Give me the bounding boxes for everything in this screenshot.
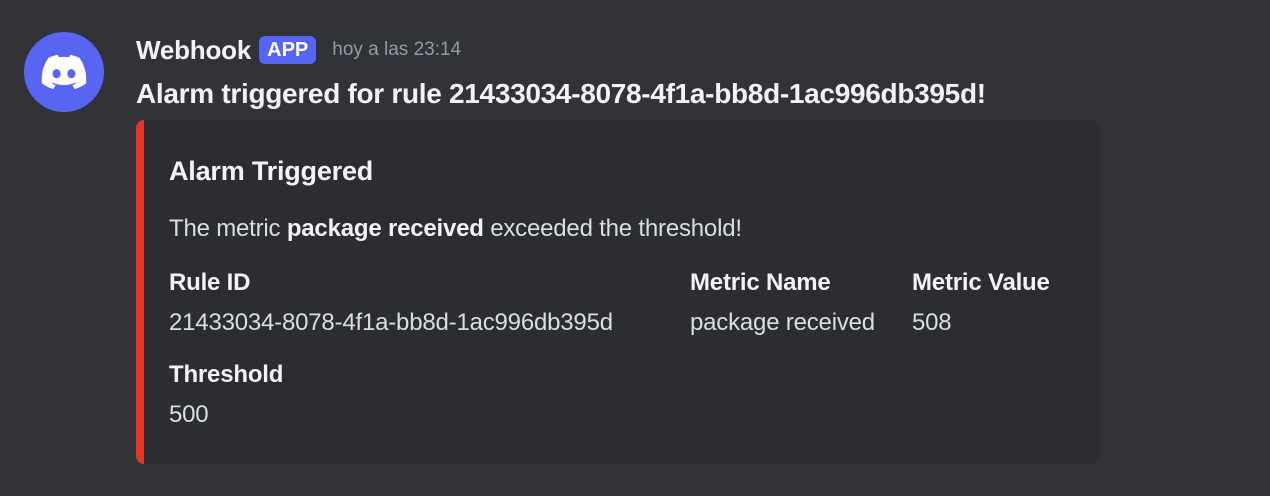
field-value: 508 [912, 309, 952, 336]
field-name: Metric Value [912, 269, 1050, 296]
app-badge: APP [259, 36, 317, 64]
field-value: 21433034-8078-4f1a-bb8d-1ac996db395d [169, 309, 613, 336]
embed-description: The metric package received exceeded the… [169, 215, 742, 243]
description-metric: package received [286, 215, 484, 242]
description-suffix: exceeded the threshold! [483, 215, 742, 242]
avatar[interactable] [24, 32, 104, 112]
description-prefix: The metric [169, 215, 287, 242]
field-metric-name: Metric Name package received [690, 268, 875, 338]
field-name: Threshold [169, 361, 284, 388]
author-name[interactable]: Webhook [136, 35, 251, 66]
field-name: Rule ID [169, 269, 251, 296]
message-header: Webhook APP hoy a las 23:14 [136, 32, 461, 68]
embed-card: Alarm Triggered The metric package recei… [136, 120, 1100, 464]
message-timestamp[interactable]: hoy a las 23:14 [332, 39, 461, 61]
field-name: Metric Name [690, 269, 831, 296]
message-content: Alarm triggered for rule 21433034-8078-4… [136, 78, 986, 109]
field-threshold: Threshold 500 [169, 360, 283, 430]
embed-accent-bar [136, 120, 144, 464]
field-rule-id: Rule ID 21433034-8078-4f1a-bb8d-1ac996db… [169, 268, 613, 338]
discord-logo-icon [41, 54, 87, 90]
chat-message: Webhook APP hoy a las 23:14 Alarm trigge… [0, 0, 1270, 496]
field-value: 500 [169, 401, 209, 428]
field-metric-value: Metric Value 508 [912, 268, 1050, 338]
field-value: package received [690, 309, 875, 336]
embed-title: Alarm Triggered [169, 156, 374, 186]
